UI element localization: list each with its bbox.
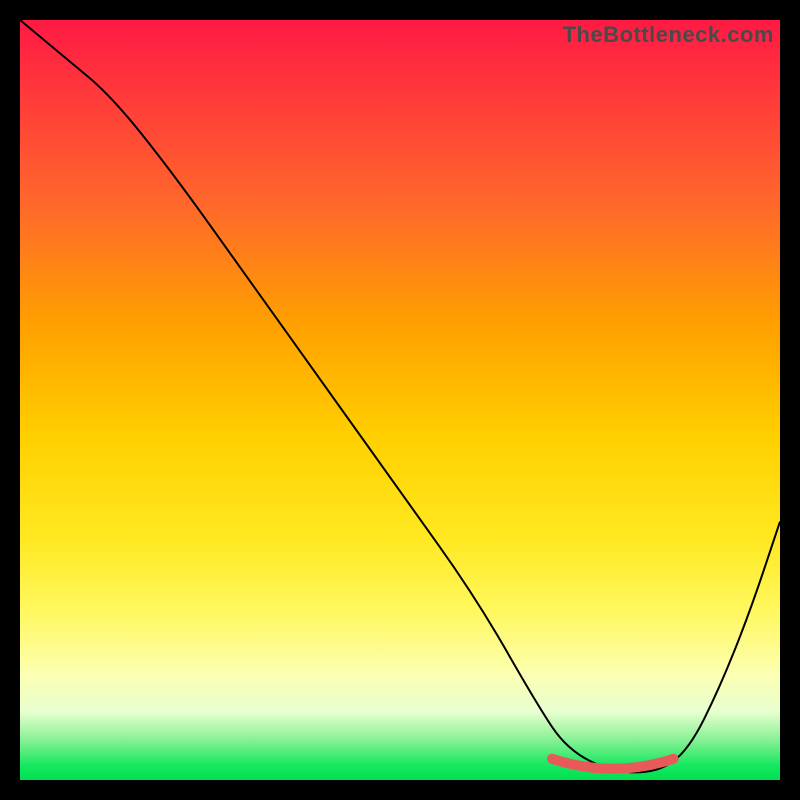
- bottleneck-chart: [20, 20, 780, 780]
- bottleneck-curve-line: [20, 20, 780, 772]
- optimal-range-highlight: [552, 759, 674, 769]
- plot-area: TheBottleneck.com: [20, 20, 780, 780]
- chart-frame: TheBottleneck.com: [0, 0, 800, 800]
